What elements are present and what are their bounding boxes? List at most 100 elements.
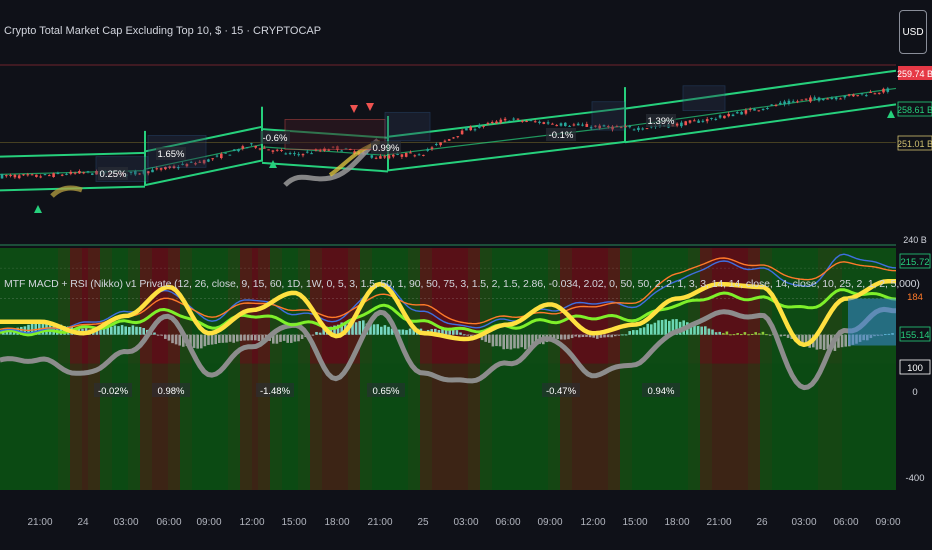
candle-body [374, 157, 378, 159]
candle-body [809, 97, 812, 102]
histogram-bar [131, 325, 135, 335]
histogram-bar [732, 334, 736, 336]
candle-body [886, 88, 890, 92]
histogram-bar [617, 334, 621, 336]
time-tick-label: 06:00 [833, 517, 858, 528]
time-tick-label: 09:00 [196, 517, 221, 528]
histogram-bar [606, 334, 610, 338]
histogram-bar [725, 331, 729, 335]
candle-body [512, 118, 515, 120]
histogram-bar [200, 334, 203, 349]
candle-body [258, 148, 262, 150]
histogram-bar [254, 334, 257, 341]
candle-body [753, 108, 756, 111]
range-box-down [284, 119, 386, 150]
time-tick-label: 12:00 [239, 517, 264, 528]
candle-body [379, 156, 382, 159]
candle-body [546, 122, 550, 124]
histogram-bar [563, 334, 567, 340]
histogram-bar [502, 334, 505, 350]
segment-label: 0.94% [648, 386, 675, 397]
histogram-bar [171, 334, 174, 344]
histogram-bar [740, 334, 743, 336]
candle-body [490, 122, 494, 124]
candle-body [413, 155, 417, 157]
candle-body [370, 155, 374, 158]
histogram-bar [297, 334, 300, 342]
histogram-bar [459, 332, 462, 335]
time-tick-label: 15:00 [622, 517, 647, 528]
histogram-bar [714, 332, 718, 335]
candle-body [245, 147, 249, 149]
indicator-tick-label: 100 [907, 363, 923, 374]
candle-body [641, 128, 644, 130]
candle-body [551, 123, 554, 125]
range-box [384, 111, 431, 142]
time-tick-label: 06:00 [495, 517, 520, 528]
histogram-bar [221, 334, 225, 343]
histogram-bar [822, 334, 826, 350]
candle-body [585, 123, 589, 127]
segment-label: 0.25% [100, 169, 127, 180]
histogram-bar [801, 334, 804, 343]
histogram-bar [300, 334, 304, 339]
time-axis[interactable]: 21:00 24 03:00 06:00 09:00 12:00 15:00 18:00 21:… [0, 493, 932, 550]
candle-body [228, 154, 232, 156]
candle-body [65, 173, 68, 175]
histogram-bar [786, 334, 790, 338]
candle-body [555, 125, 558, 127]
histogram-bar [758, 333, 761, 335]
indicator-tick-label: 184 [907, 292, 923, 303]
candle-body [318, 150, 322, 152]
range-box [591, 101, 626, 131]
candle-body [250, 143, 253, 145]
histogram-bar [570, 334, 574, 339]
histogram-bar [696, 326, 700, 335]
histogram-bar [599, 334, 603, 338]
candle-body [465, 128, 468, 131]
histogram-bar [520, 334, 523, 348]
candle-body [856, 95, 859, 97]
histogram-bar [138, 326, 142, 335]
price-tick-label: 240 B [903, 235, 927, 245]
candle-body [237, 149, 240, 152]
time-tick-label: 03:00 [453, 517, 478, 528]
candle-body [727, 113, 730, 117]
candle-body [774, 105, 778, 107]
candle-body [503, 118, 507, 121]
histogram-bar [218, 334, 221, 343]
histogram-bar [250, 334, 253, 341]
histogram-bar [448, 329, 451, 335]
histogram-bar [110, 326, 113, 335]
candle-body [155, 168, 159, 170]
histogram-bar [761, 331, 765, 335]
candle-body [869, 91, 872, 93]
histogram-bar [844, 334, 847, 347]
histogram-bar [650, 324, 653, 335]
histogram-bar [290, 334, 293, 343]
histogram-bar [455, 330, 459, 335]
candle-body [396, 153, 399, 155]
histogram-bar [711, 329, 714, 335]
price-tick-label: 259.74 B [897, 69, 932, 79]
histogram-bar [286, 334, 289, 343]
candle-body [383, 156, 386, 158]
histogram-bar [516, 334, 520, 349]
candle-body [82, 172, 85, 174]
candle-body [263, 147, 266, 149]
candle-body [486, 122, 490, 124]
range-box [682, 85, 726, 111]
currency-button[interactable]: USD [899, 10, 927, 54]
histogram-bar [275, 334, 279, 344]
histogram-bar [718, 331, 721, 335]
segment-label: 1.65% [158, 149, 185, 160]
segment-label: 1.39% [648, 116, 675, 127]
histogram-bar [243, 334, 246, 341]
histogram-bar [376, 324, 379, 335]
candle-body [748, 108, 752, 110]
candle-body [69, 171, 73, 174]
candle-body [731, 114, 735, 117]
price-axis[interactable]: 259.74 B 258.61 B 251.01 B 240 B 215.72 184 15… [896, 0, 932, 550]
candle-body [86, 171, 90, 173]
candle-body [852, 94, 855, 97]
